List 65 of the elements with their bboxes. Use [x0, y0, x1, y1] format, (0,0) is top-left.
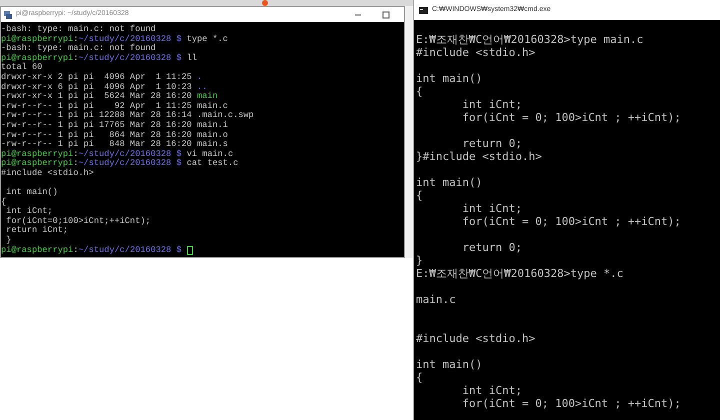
terminal-text: -rw-r--r-- 1 pi pi 12288 Mar 28 16:14 .main.c.swp: [1, 111, 254, 120]
terminal-text: cat test.c: [186, 159, 238, 169]
directory-name: .: [196, 72, 202, 83]
terminal-text: :: [73, 246, 78, 256]
console-text: int main(): [416, 358, 482, 371]
directory-name: ..: [196, 82, 208, 92]
terminal-text: #include <stdio.h>: [1, 168, 94, 178]
console-text: #include <stdio.h>: [416, 46, 536, 59]
prompt-user: pi@raspberrypi: [1, 54, 74, 63]
terminal-text: return iCnt;: [5, 226, 68, 236]
terminal-text: {: [1, 198, 6, 208]
terminal-text: drwxr-xr-x 6 pi pi 4096 Apr 1 10:23: [1, 82, 193, 92]
terminal-text: ll: [186, 54, 198, 64]
console-text: for(iCnt = 0; 100>iCnt ; ++iCnt);: [461, 215, 681, 228]
tab-icon: [262, 0, 268, 6]
terminal-app-icon: [3, 10, 13, 20]
terminal-text: -bash: type: main.c: not found: [1, 25, 156, 34]
console-text: main.c: [416, 293, 456, 306]
console-text: return 0;: [461, 137, 522, 150]
prompt-user: pi@raspberrypi: [1, 159, 74, 168]
terminal-text: -rw-r--r-- 1 pi pi 92 Apr 1 11:25 main.c: [1, 102, 228, 111]
console-text: int iCnt;: [461, 202, 522, 215]
terminal-text: type *.c: [186, 34, 228, 44]
terminal-text: vi main.c: [186, 150, 234, 159]
prompt-path: ~/study/c/20160328 $: [78, 54, 182, 64]
prompt-user: pi@raspberrypi: [1, 246, 74, 256]
terminal-text: for(iCnt=0;100>iCnt;++iCnt);: [5, 216, 151, 226]
terminal-text: total 60: [1, 63, 42, 72]
console-text: int iCnt;: [461, 384, 522, 397]
terminal-text: :: [73, 150, 78, 160]
prompt-user: pi@raspberrypi: [1, 150, 74, 159]
console-text: {: [416, 371, 423, 384]
terminal-text: int main(): [6, 188, 58, 198]
prompt-path: ~/study/c/20160328 $: [78, 150, 182, 159]
terminal-text: int iCnt;: [5, 207, 53, 216]
terminal-text: :: [73, 159, 78, 168]
console-text: {: [416, 85, 423, 98]
maximize-icon[interactable]: [382, 10, 390, 18]
prompt-path: ~/study/c/20160328 $: [78, 246, 182, 256]
terminal-text: drwxr-xr-x 2 pi pi 4096 Apr 1 11:25: [1, 72, 193, 82]
prompt-user: pi@raspberrypi: [1, 34, 74, 44]
terminal-text: :: [73, 34, 78, 44]
console-text: {: [416, 189, 423, 202]
terminal-text: -rw-r--r-- 1 pi pi 17765 Mar 28 16:20 main.i: [1, 120, 228, 130]
prompt-path: ~/study/c/20160328 $: [78, 34, 182, 44]
terminal-text: -bash: type: main.c: not found: [1, 44, 156, 54]
console-text: int main(): [416, 176, 482, 189]
executable-name: main: [196, 92, 218, 102]
prompt-path: ~/study/c/20160328 $: [78, 159, 182, 168]
console-text: E:₩조재찬₩C언어₩20160328>type *.c: [416, 267, 624, 280]
console-text: }#include <stdio.h>: [416, 150, 542, 163]
terminal-text: -rw-r--r-- 1 pi pi 848 Mar 28 16:20 main.s: [1, 140, 228, 150]
console-text: int iCnt;: [461, 98, 522, 111]
console-text: int main(): [416, 72, 482, 85]
console-text: E:₩조재찬₩C언어₩20160328>type main.c: [416, 33, 644, 46]
terminal-text: -rw-r--r-- 1 pi pi 864 Mar 28 16:20 main.o: [1, 130, 228, 140]
terminal-text: }: [5, 236, 12, 246]
console-text: return 0;: [461, 241, 522, 254]
console-text: }: [416, 254, 423, 267]
console-text: for(iCnt = 0; 100>iCnt ; ++iCnt);: [461, 111, 681, 124]
console-text: for(iCnt = 0; 100>iCnt ; ++iCnt);: [461, 397, 681, 410]
console-text: #include <stdio.h>: [416, 332, 536, 345]
terminal-text: -rwxr-xr-x 1 pi pi 5624 Mar 28 16:20: [1, 92, 193, 102]
console-app-icon: [419, 6, 428, 14]
terminal-text: :: [73, 54, 78, 64]
